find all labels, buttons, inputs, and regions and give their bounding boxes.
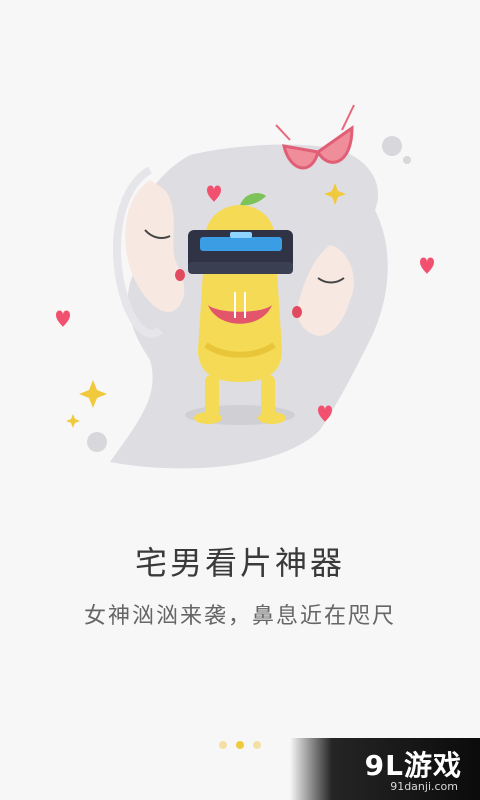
onboarding-subtitle: 女神汹汹来袭，鼻息近在咫尺 [83, 604, 396, 629]
page-indicator-dot-1[interactable] [219, 741, 227, 749]
onboarding-title: 宅男看片神器 [134, 544, 345, 582]
vr-headset-icon [188, 230, 293, 274]
heart-icon [420, 257, 434, 274]
page-indicator-dot-2-active[interactable] [236, 741, 244, 749]
watermark-site: 91danji.com [390, 780, 458, 793]
onboarding-illustration [56, 104, 434, 469]
bubble [87, 432, 107, 452]
watermark-logo: 9L游戏 [364, 749, 462, 782]
sparkle-icon [79, 380, 107, 408]
heart-icon [56, 310, 70, 327]
page-indicator-dot-3[interactable] [253, 741, 261, 749]
bubble [403, 156, 411, 164]
site-watermark: 9L游戏 91danji.com [290, 738, 480, 800]
sparkle-icon [66, 414, 80, 428]
bubble [382, 136, 402, 156]
bra-icon [275, 104, 355, 170]
